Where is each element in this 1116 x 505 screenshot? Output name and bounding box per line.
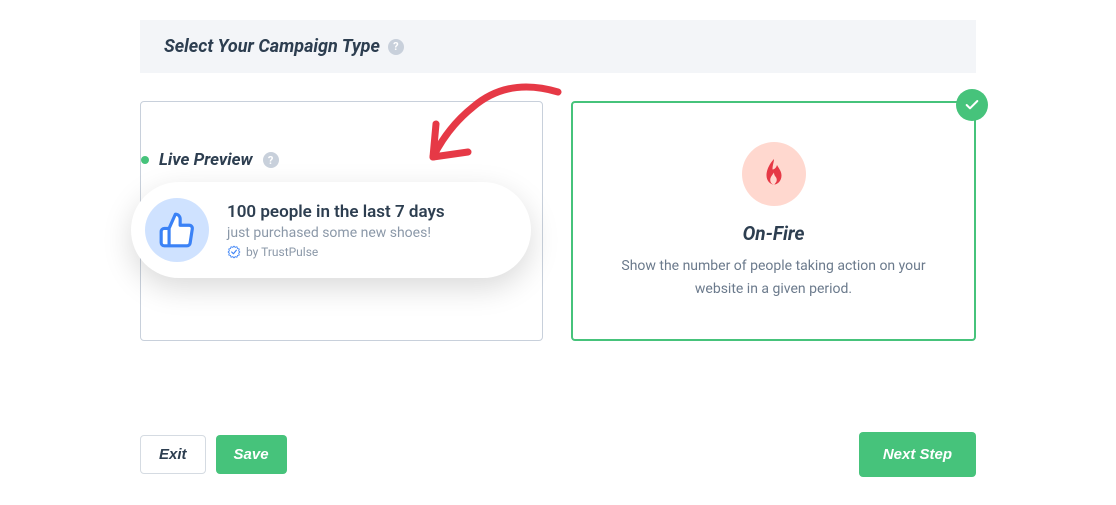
- help-icon[interactable]: ?: [388, 39, 404, 55]
- page-container: Select Your Campaign Type ? Live Preview…: [0, 0, 1116, 361]
- notification-brand: by TrustPulse: [227, 245, 445, 259]
- section-title: Select Your Campaign Type: [164, 36, 380, 57]
- campaign-card-recent-activity[interactable]: Live Preview ? 100 people in the last 7 …: [140, 101, 543, 341]
- next-step-button[interactable]: Next Step: [859, 432, 976, 477]
- campaign-card-on-fire[interactable]: On-Fire Show the number of people taking…: [571, 101, 976, 341]
- notification-title: 100 people in the last 7 days: [227, 202, 445, 222]
- selected-check-icon: [956, 89, 988, 121]
- section-header: Select Your Campaign Type ?: [140, 20, 976, 73]
- live-preview-header: Live Preview ?: [141, 150, 531, 170]
- section-title-row: Select Your Campaign Type ?: [164, 36, 952, 57]
- notification-bubble: 100 people in the last 7 days just purch…: [131, 182, 531, 278]
- verified-icon: [227, 245, 241, 259]
- card-description: Show the number of people taking action …: [614, 255, 934, 300]
- footer-left-group: Exit Save: [140, 435, 287, 474]
- notification-text: 100 people in the last 7 days just purch…: [227, 202, 445, 259]
- live-preview-title: Live Preview: [159, 150, 253, 170]
- exit-button[interactable]: Exit: [140, 435, 206, 474]
- flame-icon: [742, 142, 806, 206]
- help-icon[interactable]: ?: [263, 152, 279, 168]
- notification-subtitle: just purchased some new shoes!: [227, 225, 445, 241]
- footer-actions: Exit Save Next Step: [140, 432, 976, 477]
- live-preview-panel: Live Preview ? 100 people in the last 7 …: [131, 150, 531, 278]
- thumbs-up-icon: [145, 198, 209, 262]
- live-indicator-dot: [141, 156, 149, 164]
- save-button[interactable]: Save: [216, 435, 287, 474]
- brand-label: by TrustPulse: [246, 245, 318, 259]
- campaign-type-cards: Live Preview ? 100 people in the last 7 …: [140, 101, 976, 341]
- card-title: On-Fire: [743, 222, 805, 245]
